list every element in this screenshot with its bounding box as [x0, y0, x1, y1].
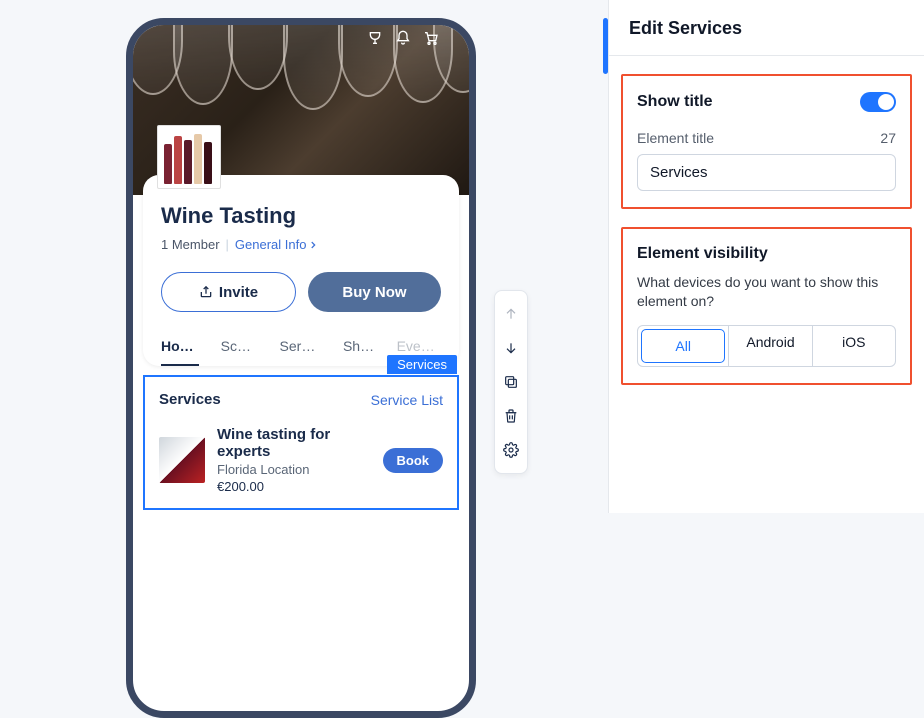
buy-now-button[interactable]: Buy Now — [308, 272, 441, 312]
floating-toolbar — [494, 290, 528, 474]
move-down-button[interactable] — [495, 331, 527, 365]
element-title-counter: 27 — [880, 130, 896, 146]
delete-button[interactable] — [495, 399, 527, 433]
phone-frame: Wine Tasting 1 Member | General Info Inv… — [126, 18, 476, 718]
settings-button[interactable] — [495, 433, 527, 467]
show-title-label: Show title — [637, 93, 713, 111]
bell-icon — [395, 30, 411, 46]
tab-services[interactable]: Serv… — [280, 338, 321, 366]
service-location: Florida Location — [217, 462, 371, 477]
visibility-segmented: All Android iOS — [637, 325, 896, 367]
service-item[interactable]: Wine tasting for experts Florida Locatio… — [159, 426, 443, 494]
element-title-input[interactable] — [637, 154, 896, 191]
meta-separator: | — [226, 237, 229, 252]
element-title-label: Element title — [637, 130, 714, 146]
member-count: 1 Member — [161, 237, 220, 252]
element-visibility-label: Element visibility — [637, 245, 896, 263]
group-meta: 1 Member | General Info — [161, 237, 441, 252]
service-title: Wine tasting for experts — [217, 426, 371, 460]
service-price: €200.00 — [217, 479, 371, 494]
general-info-link[interactable]: General Info — [235, 237, 319, 252]
book-button[interactable]: Book — [383, 448, 444, 473]
service-list-link[interactable]: Service List — [371, 392, 443, 408]
status-bar — [133, 25, 469, 51]
invite-button[interactable]: Invite — [161, 272, 296, 312]
show-title-toggle[interactable] — [860, 92, 896, 112]
buy-now-label: Buy Now — [342, 284, 406, 301]
invite-label: Invite — [219, 284, 258, 301]
tab-home[interactable]: Home — [161, 338, 199, 366]
group-thumbnail — [157, 125, 221, 189]
move-up-button — [495, 297, 527, 331]
right-panel: Edit Services Show title Element title 2… — [608, 0, 924, 513]
group-card: Wine Tasting 1 Member | General Info Inv… — [143, 175, 459, 366]
duplicate-button[interactable] — [495, 365, 527, 399]
visibility-option-ios[interactable]: iOS — [812, 326, 895, 366]
services-section[interactable]: Services Services Service List Wine tast… — [143, 375, 459, 510]
visibility-option-all[interactable]: All — [641, 329, 725, 363]
cup-icon — [367, 30, 383, 46]
group-title: Wine Tasting — [161, 203, 441, 229]
service-thumbnail — [159, 437, 205, 483]
cart-icon — [423, 30, 439, 46]
services-selection-tag: Services — [387, 355, 457, 374]
tab-schedule[interactable]: Sch… — [221, 338, 258, 366]
services-heading: Services — [159, 391, 221, 408]
preview-canvas: Wine Tasting 1 Member | General Info Inv… — [0, 0, 608, 513]
panel-title: Edit Services — [621, 18, 912, 55]
visibility-option-android[interactable]: Android — [728, 326, 811, 366]
element-visibility-section: Element visibility What devices do you w… — [621, 227, 912, 385]
show-title-section: Show title Element title 27 — [621, 74, 912, 209]
element-visibility-desc: What devices do you want to show this el… — [637, 273, 896, 311]
tab-shop[interactable]: Shop — [343, 338, 375, 366]
panel-divider — [609, 55, 924, 56]
